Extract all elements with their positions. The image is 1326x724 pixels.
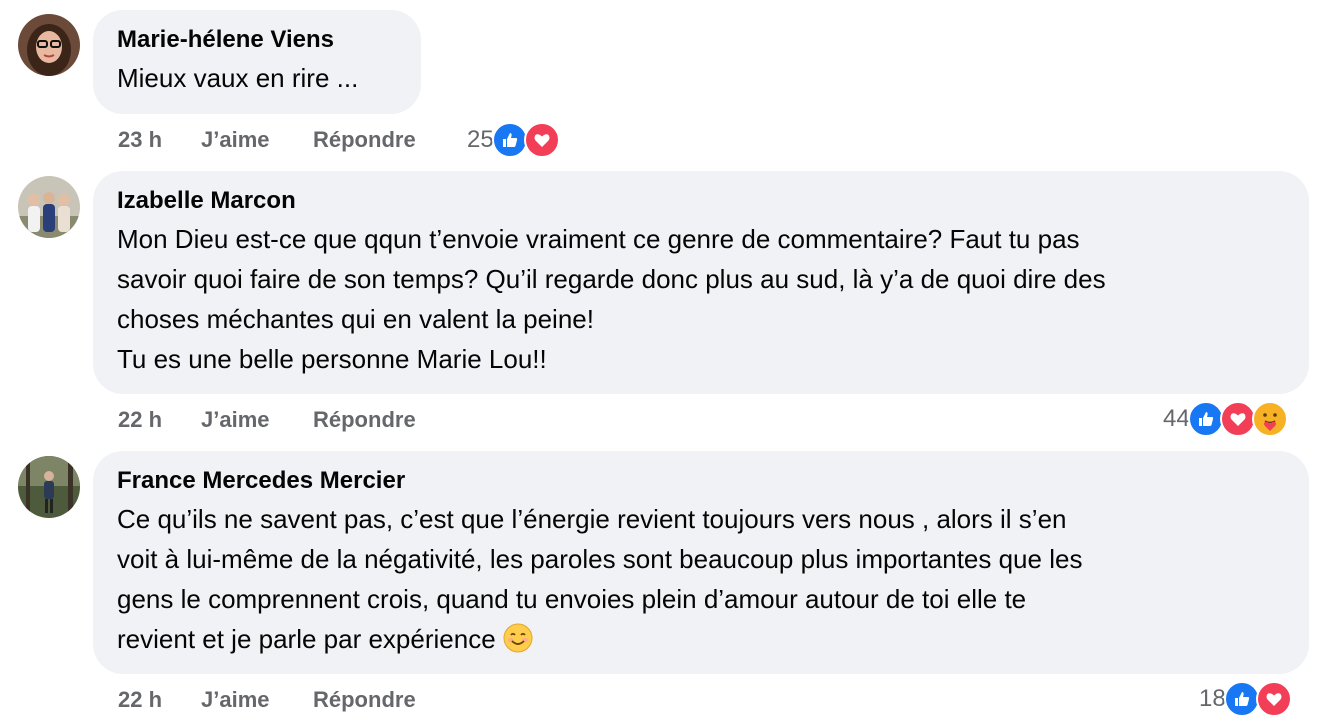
comment-text: Ce qu’ils ne savent pas, c’est que l’éne…	[117, 499, 1285, 659]
comment-time[interactable]: 22 h	[118, 683, 162, 717]
comment-actions: 23 h J’aime Répondre	[118, 123, 518, 157]
comment-author[interactable]: Marie-hélene Viens	[117, 26, 397, 54]
love-icon	[1219, 401, 1256, 437]
like-button[interactable]: J’aime	[201, 403, 270, 437]
comment-time[interactable]: 23 h	[118, 123, 162, 157]
like-button[interactable]: J’aime	[201, 683, 270, 717]
reaction-count: 44	[1163, 405, 1190, 432]
comment-author[interactable]: France Mercedes Mercier	[117, 467, 1285, 495]
care-icon	[1251, 401, 1288, 437]
comment-time[interactable]: 22 h	[118, 403, 162, 437]
like-button[interactable]: J’aime	[201, 123, 270, 157]
love-icon	[523, 122, 560, 158]
comment-text: Mieux vaux en rire ...	[117, 63, 359, 93]
reply-button[interactable]: Répondre	[313, 123, 416, 157]
smiling-face-icon	[503, 623, 533, 653]
reactions-summary[interactable]: 18	[1199, 679, 1292, 719]
like-icon	[491, 122, 528, 158]
reactions-summary[interactable]: 44	[1163, 399, 1288, 439]
reactions-summary[interactable]: 25	[467, 120, 560, 160]
avatar-photo-icon	[18, 456, 80, 518]
avatar[interactable]	[18, 14, 80, 76]
love-icon	[1255, 681, 1292, 717]
comment-actions: 22 h J’aime Répondre	[118, 683, 518, 717]
avatar-photo-icon	[18, 14, 80, 76]
avatar-photo-icon	[18, 176, 80, 238]
reply-button[interactable]: Répondre	[313, 403, 416, 437]
reply-button[interactable]: Répondre	[313, 683, 416, 717]
avatar[interactable]	[18, 456, 80, 518]
comment-bubble: Izabelle Marcon Mon Dieu est-ce que qqun…	[93, 171, 1309, 394]
like-icon	[1187, 401, 1224, 437]
comment-bubble: Marie-hélene Viens Mieux vaux en rire ..…	[93, 10, 421, 114]
comment-actions: 22 h J’aime Répondre	[118, 403, 518, 437]
comment-author[interactable]: Izabelle Marcon	[117, 187, 1285, 215]
comment-text: Mon Dieu est-ce que qqun t’envoie vraime…	[117, 224, 1106, 374]
comment-bubble: France Mercedes Mercier Ce qu’ils ne sav…	[93, 451, 1309, 674]
reaction-count: 25	[467, 126, 494, 153]
reaction-count: 18	[1199, 685, 1226, 712]
avatar[interactable]	[18, 176, 80, 238]
comment-text-content: Ce qu’ils ne savent pas, c’est que l’éne…	[117, 504, 1083, 654]
like-icon	[1223, 681, 1260, 717]
